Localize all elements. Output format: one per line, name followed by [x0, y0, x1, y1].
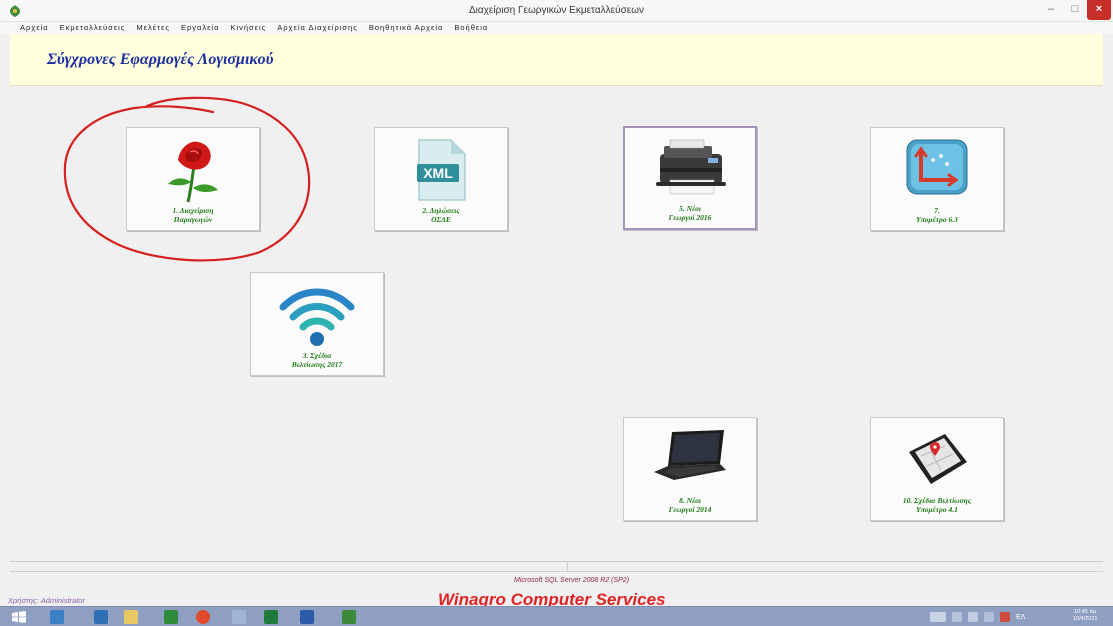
menu-item-transactions[interactable]: Κινήσεις [230, 22, 266, 34]
flag-icon[interactable] [968, 612, 978, 622]
tile-label: 7. Υπομέτρο 6.3 [916, 206, 958, 224]
system-tray: ΕΛ [930, 610, 1025, 624]
menu-item-help[interactable]: Βοήθεια [454, 22, 488, 34]
tile-improvement-plans-2017[interactable]: 3. Σχέδια Βελτίωσης 2017 [250, 272, 384, 376]
user-label: Χρήστης: Administrator [8, 596, 85, 605]
tile-label: 2. Δηλώσεις ΟΣΔΕ [422, 206, 460, 224]
laptop-icon [654, 430, 726, 480]
tile-young-farmers-2016[interactable]: 5. Νέοι Γεωργοί 2016 [623, 126, 757, 230]
network-icon[interactable] [984, 612, 994, 622]
taskbar-network-icon[interactable] [50, 610, 64, 624]
rose-icon [168, 141, 218, 203]
gps-phone-icon [909, 434, 967, 484]
window-title: Διαχείριση Γεωργικών Εκμεταλλεύσεων [468, 5, 645, 16]
menu-item-tools[interactable]: Εργαλεία [181, 22, 219, 34]
tile-label: 10. Σχέδια Βελτίωσης Υπομέτρο 4.1 [902, 496, 972, 514]
minimize-button[interactable]: – [1039, 0, 1063, 20]
xml-file-icon: XML [417, 139, 466, 201]
close-button[interactable]: × [1087, 0, 1111, 20]
language-indicator[interactable]: ΕΛ [1016, 614, 1025, 621]
clock[interactable]: 10:45 πμ 10/4/2021 [1073, 609, 1097, 623]
taskbar-winagro-icon[interactable] [342, 610, 356, 624]
taskbar-doc-icon[interactable] [232, 610, 246, 624]
header-banner: Σύγχρονες Εφαρμογές Λογισμικού [10, 34, 1103, 86]
tile-improvement-plans-4-1[interactable]: 10. Σχέδια Βελτίωσης Υπομέτρο 4.1 [870, 417, 1004, 521]
chrome-icon[interactable] [196, 610, 210, 624]
tile-osde-declarations[interactable]: XML 2. Δηλώσεις ΟΣΔΕ [374, 127, 508, 231]
tile-young-farmers-2014[interactable]: 8. Νέοι Γεωργοί 2014 [623, 417, 757, 521]
status-separator [567, 562, 568, 572]
folder-icon[interactable] [124, 610, 138, 624]
menu-item-management-files[interactable]: Αρχεία Διαχείρισης [277, 22, 358, 34]
tile-producers-management[interactable]: 1. Διαχείριση Παραγωγών [126, 127, 260, 231]
tile-label: 5. Νέοι Γεωργοί 2016 [668, 204, 712, 222]
footer: Microsoft SQL Server 2008 R2 (SP2) Winag… [0, 572, 1113, 609]
windows-start-icon[interactable] [12, 611, 26, 623]
page-title: Σύγχρονες Εφαρμογές Λογισμικού [47, 51, 274, 68]
title-bar: Διαχείριση Γεωργικών Εκμεταλλεύσεων – □ … [0, 0, 1113, 22]
printer-icon [656, 139, 726, 195]
wifi-icon [279, 288, 355, 346]
menu-item-holdings[interactable]: Εκμεταλλεύσεις [60, 22, 126, 34]
taskbar: ΕΛ 10:45 πμ 10/4/2021 [0, 606, 1113, 626]
chevron-up-icon[interactable] [952, 612, 962, 622]
tile-submeasure-6-3[interactable]: 7. Υπομέτρο 6.3 [870, 127, 1004, 231]
menu-item-files[interactable]: Αρχεία [20, 22, 49, 34]
keyboard-icon[interactable] [930, 612, 946, 622]
sql-server-version: Microsoft SQL Server 2008 R2 (SP2) [514, 577, 630, 584]
store-icon[interactable] [164, 610, 178, 624]
tile-label: 8. Νέοι Γεωργοί 2014 [668, 496, 712, 514]
svg-text:XML: XML [423, 165, 453, 181]
workspace: 1. Διαχείριση Παραγωγών XML 2. Δηλώσεις … [10, 86, 1103, 561]
status-bar [10, 561, 1103, 572]
sync-icon[interactable] [1000, 612, 1010, 622]
chart-axis-icon [906, 139, 968, 195]
menu-item-studies[interactable]: Μελέτες [136, 22, 170, 34]
excel-icon[interactable] [264, 610, 278, 624]
maximize-button[interactable]: □ [1063, 0, 1087, 20]
word-icon[interactable] [300, 610, 314, 624]
menu-item-auxiliary-files[interactable]: Βοηθητικά Αρχεία [369, 22, 444, 34]
tile-label: 1. Διαχείριση Παραγωγών [172, 206, 214, 224]
menu-bar: Αρχεία Εκμεταλλεύσεις Μελέτες Εργαλεία Κ… [0, 22, 1113, 34]
taskbar-app-icon[interactable] [94, 610, 108, 624]
tile-label: 3. Σχέδια Βελτίωσης 2017 [291, 351, 343, 369]
